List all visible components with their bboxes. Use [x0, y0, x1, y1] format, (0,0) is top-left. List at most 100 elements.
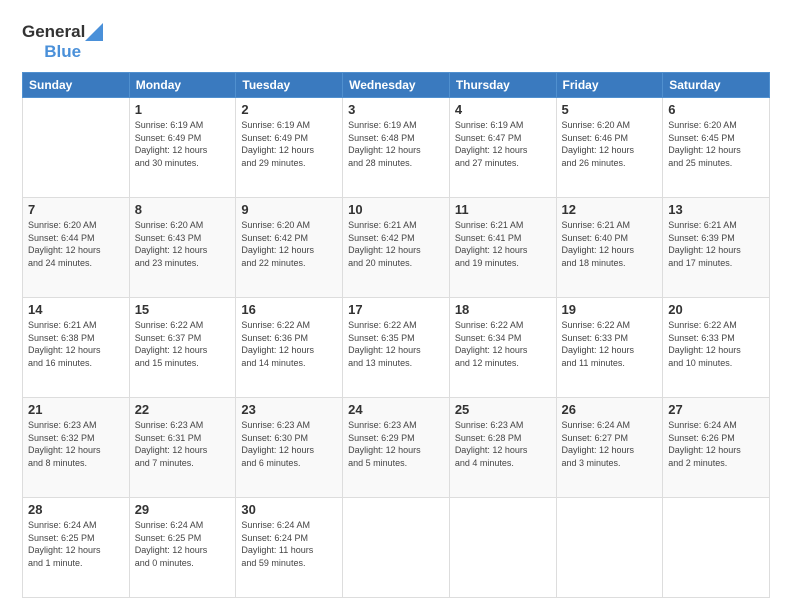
calendar-cell [556, 497, 663, 597]
calendar-cell: 13 Sunrise: 6:21 AM Sunset: 6:39 PM Dayli… [663, 197, 770, 297]
calendar-table: SundayMondayTuesdayWednesdayThursdayFrid… [22, 72, 770, 598]
day-number: 16 [241, 302, 337, 317]
calendar-cell: 4 Sunrise: 6:19 AM Sunset: 6:47 PM Daylig… [449, 97, 556, 197]
calendar-week-row: 21 Sunrise: 6:23 AM Sunset: 6:32 PM Dayli… [23, 397, 770, 497]
calendar-cell [663, 497, 770, 597]
day-number: 1 [135, 102, 231, 117]
day-number: 5 [562, 102, 658, 117]
calendar-cell: 12Sunrise: 6:21 AM Sunset: 6:40 PM Dayli… [556, 197, 663, 297]
calendar-week-row: 7 Sunrise: 6:20 AM Sunset: 6:44 PM Daylig… [23, 197, 770, 297]
calendar-cell: 5 Sunrise: 6:20 AM Sunset: 6:46 PM Daylig… [556, 97, 663, 197]
day-number: 11 [455, 202, 551, 217]
day-info: Sunrise: 6:20 AM Sunset: 6:45 PM Dayligh… [668, 119, 764, 169]
calendar-cell: 2Sunrise: 6:19 AM Sunset: 6:49 PM Daylig… [236, 97, 343, 197]
day-number: 14 [28, 302, 124, 317]
day-info: Sunrise: 6:24 AM Sunset: 6:26 PM Dayligh… [668, 419, 764, 469]
calendar-cell: 30 Sunrise: 6:24 AM Sunset: 6:24 PM Dayli… [236, 497, 343, 597]
logo-arrow-icon [85, 23, 103, 41]
day-number: 21 [28, 402, 124, 417]
day-info: Sunrise: 6:22 AM Sunset: 6:33 PM Dayligh… [668, 319, 764, 369]
day-info: Sunrise: 6:22 AM Sunset: 6:33 PM Dayligh… [562, 319, 658, 369]
day-info: Sunrise: 6:20 AM Sunset: 6:42 PM Dayligh… [241, 219, 337, 269]
calendar-cell [449, 497, 556, 597]
day-number: 27 [668, 402, 764, 417]
day-number: 9 [241, 202, 337, 217]
day-number: 28 [28, 502, 124, 517]
weekday-header: Thursday [449, 72, 556, 97]
day-info: Sunrise: 6:24 AM Sunset: 6:25 PM Dayligh… [28, 519, 124, 569]
calendar-cell: 20 Sunrise: 6:22 AM Sunset: 6:33 PM Dayli… [663, 297, 770, 397]
day-info: Sunrise: 6:20 AM Sunset: 6:44 PM Dayligh… [28, 219, 124, 269]
day-number: 6 [668, 102, 764, 117]
calendar-cell: 27 Sunrise: 6:24 AM Sunset: 6:26 PM Dayli… [663, 397, 770, 497]
calendar-cell: 24 Sunrise: 6:23 AM Sunset: 6:29 PM Dayli… [343, 397, 450, 497]
day-number: 15 [135, 302, 231, 317]
calendar-week-row: 14 Sunrise: 6:21 AM Sunset: 6:38 PM Dayli… [23, 297, 770, 397]
day-number: 19 [562, 302, 658, 317]
calendar-cell: 6 Sunrise: 6:20 AM Sunset: 6:45 PM Daylig… [663, 97, 770, 197]
day-info: Sunrise: 6:23 AM Sunset: 6:31 PM Dayligh… [135, 419, 231, 469]
calendar-cell: 29 Sunrise: 6:24 AM Sunset: 6:25 PM Dayli… [129, 497, 236, 597]
calendar-cell: 10 Sunrise: 6:21 AM Sunset: 6:42 PM Dayli… [343, 197, 450, 297]
day-info: Sunrise: 6:22 AM Sunset: 6:37 PM Dayligh… [135, 319, 231, 369]
calendar-week-row: 1 Sunrise: 6:19 AM Sunset: 6:49 PM Daylig… [23, 97, 770, 197]
day-number: 25 [455, 402, 551, 417]
day-info: Sunrise: 6:22 AM Sunset: 6:36 PM Dayligh… [241, 319, 337, 369]
weekday-header-row: SundayMondayTuesdayWednesdayThursdayFrid… [23, 72, 770, 97]
day-info: Sunrise: 6:20 AM Sunset: 6:43 PM Dayligh… [135, 219, 231, 269]
day-number: 17 [348, 302, 444, 317]
day-number: 26 [562, 402, 658, 417]
day-number: 24 [348, 402, 444, 417]
day-info: Sunrise: 6:21 AM Sunset: 6:39 PM Dayligh… [668, 219, 764, 269]
day-info: Sunrise: 6:23 AM Sunset: 6:28 PM Dayligh… [455, 419, 551, 469]
logo: GeneralBlue [22, 22, 103, 62]
day-info: Sunrise: 6:22 AM Sunset: 6:34 PM Dayligh… [455, 319, 551, 369]
weekday-header: Friday [556, 72, 663, 97]
day-number: 12 [562, 202, 658, 217]
day-number: 30 [241, 502, 337, 517]
calendar-cell: 14 Sunrise: 6:21 AM Sunset: 6:38 PM Dayli… [23, 297, 130, 397]
day-info: Sunrise: 6:20 AM Sunset: 6:46 PM Dayligh… [562, 119, 658, 169]
weekday-header: Wednesday [343, 72, 450, 97]
day-number: 4 [455, 102, 551, 117]
calendar-week-row: 28 Sunrise: 6:24 AM Sunset: 6:25 PM Dayli… [23, 497, 770, 597]
day-info: Sunrise: 6:23 AM Sunset: 6:30 PM Dayligh… [241, 419, 337, 469]
day-info: Sunrise: 6:19 AM Sunset: 6:49 PM Dayligh… [135, 119, 231, 169]
calendar-cell: 7 Sunrise: 6:20 AM Sunset: 6:44 PM Daylig… [23, 197, 130, 297]
day-info: Sunrise: 6:24 AM Sunset: 6:27 PM Dayligh… [562, 419, 658, 469]
calendar-cell [343, 497, 450, 597]
weekday-header: Tuesday [236, 72, 343, 97]
weekday-header: Monday [129, 72, 236, 97]
day-number: 13 [668, 202, 764, 217]
day-number: 2 [241, 102, 337, 117]
calendar-cell: 11 Sunrise: 6:21 AM Sunset: 6:41 PM Dayli… [449, 197, 556, 297]
calendar-page: GeneralBlue SundayMondayTuesdayWednesday… [0, 0, 792, 612]
calendar-cell: 25 Sunrise: 6:23 AM Sunset: 6:28 PM Dayli… [449, 397, 556, 497]
day-info: Sunrise: 6:19 AM Sunset: 6:47 PM Dayligh… [455, 119, 551, 169]
calendar-cell: 28 Sunrise: 6:24 AM Sunset: 6:25 PM Dayli… [23, 497, 130, 597]
day-info: Sunrise: 6:21 AM Sunset: 6:42 PM Dayligh… [348, 219, 444, 269]
calendar-cell: 1 Sunrise: 6:19 AM Sunset: 6:49 PM Daylig… [129, 97, 236, 197]
weekday-header: Sunday [23, 72, 130, 97]
day-info: Sunrise: 6:23 AM Sunset: 6:29 PM Dayligh… [348, 419, 444, 469]
day-number: 8 [135, 202, 231, 217]
calendar-cell: 19 Sunrise: 6:22 AM Sunset: 6:33 PM Dayli… [556, 297, 663, 397]
day-number: 20 [668, 302, 764, 317]
calendar-cell: 26 Sunrise: 6:24 AM Sunset: 6:27 PM Dayli… [556, 397, 663, 497]
calendar-cell: 17 Sunrise: 6:22 AM Sunset: 6:35 PM Dayli… [343, 297, 450, 397]
calendar-cell: 9 Sunrise: 6:20 AM Sunset: 6:42 PM Daylig… [236, 197, 343, 297]
calendar-cell: 22Sunrise: 6:23 AM Sunset: 6:31 PM Dayli… [129, 397, 236, 497]
weekday-header: Saturday [663, 72, 770, 97]
day-info: Sunrise: 6:21 AM Sunset: 6:38 PM Dayligh… [28, 319, 124, 369]
day-info: Sunrise: 6:21 AM Sunset: 6:41 PM Dayligh… [455, 219, 551, 269]
day-number: 29 [135, 502, 231, 517]
day-number: 10 [348, 202, 444, 217]
day-info: Sunrise: 6:23 AM Sunset: 6:32 PM Dayligh… [28, 419, 124, 469]
day-number: 7 [28, 202, 124, 217]
day-info: Sunrise: 6:24 AM Sunset: 6:25 PM Dayligh… [135, 519, 231, 569]
day-info: Sunrise: 6:24 AM Sunset: 6:24 PM Dayligh… [241, 519, 337, 569]
day-info: Sunrise: 6:22 AM Sunset: 6:35 PM Dayligh… [348, 319, 444, 369]
day-number: 3 [348, 102, 444, 117]
day-info: Sunrise: 6:19 AM Sunset: 6:48 PM Dayligh… [348, 119, 444, 169]
calendar-cell [23, 97, 130, 197]
